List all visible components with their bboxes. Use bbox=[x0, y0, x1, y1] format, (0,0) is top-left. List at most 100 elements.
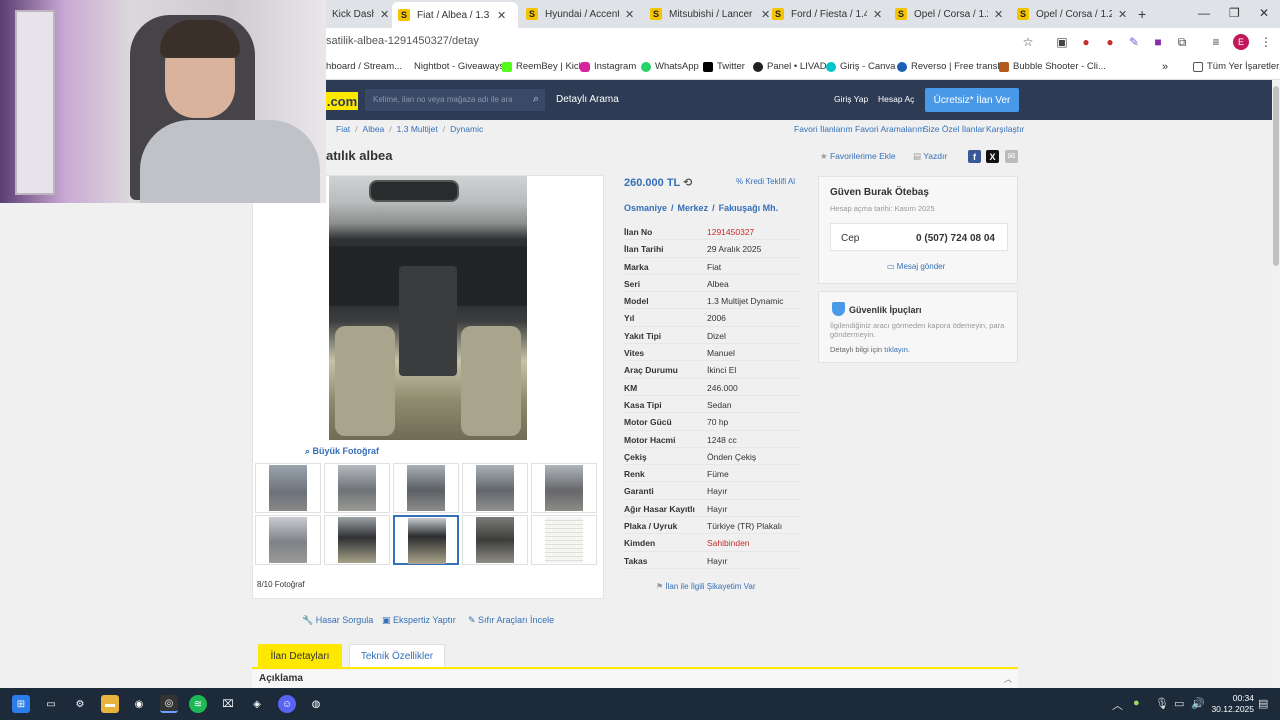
bookmark-item[interactable]: Giriş - Canva bbox=[826, 61, 895, 72]
favorite-listings-link[interactable]: Favori İlanlarım bbox=[794, 124, 853, 134]
damage-query-link[interactable]: 🔧 Hasar Sorgula bbox=[302, 615, 373, 626]
menu-icon[interactable]: ⋮ bbox=[1258, 34, 1274, 50]
thumbnail[interactable] bbox=[393, 463, 459, 513]
new-cars-link[interactable]: ✎ Sıfır Araçları İncele bbox=[468, 615, 554, 626]
extension-icon[interactable]: ● bbox=[1078, 34, 1094, 50]
close-icon[interactable]: ✕ bbox=[380, 8, 389, 21]
obs-icon[interactable]: ◍ bbox=[307, 695, 325, 713]
profile-avatar[interactable]: E bbox=[1233, 34, 1249, 50]
maximize-icon[interactable]: ❐ bbox=[1229, 6, 1240, 20]
thumbnail[interactable] bbox=[531, 463, 597, 513]
chevron-up-icon[interactable]: ︿ bbox=[1004, 674, 1012, 685]
task-view-icon[interactable]: ▭ bbox=[42, 695, 60, 713]
location-city[interactable]: Osmaniye bbox=[624, 203, 667, 213]
add-favorite-link[interactable]: ★ Favorilerime Ekle bbox=[820, 151, 896, 162]
thumbnail[interactable] bbox=[324, 463, 390, 513]
file-explorer-icon[interactable]: ▬ bbox=[101, 695, 119, 713]
post-ad-button[interactable]: Ücretsiz* İlan Ver bbox=[925, 88, 1019, 112]
expertise-link[interactable]: ▣ Ekspertiz Yaptır bbox=[382, 615, 456, 626]
browser-tab[interactable]: S Opel / Corsa / 1.2 / E ✕ bbox=[889, 4, 1009, 24]
bookmark-item[interactable]: ReemBey | Kick bbox=[502, 61, 583, 72]
scrollbar-thumb[interactable] bbox=[1273, 86, 1279, 266]
browser-tab[interactable]: S Hyundai / Accent Era ✕ bbox=[520, 4, 640, 24]
register-link[interactable]: Hesap Aç bbox=[878, 94, 914, 104]
phone-box[interactable]: Cep 0 (507) 724 08 04 bbox=[830, 223, 1008, 251]
spotify-icon[interactable]: ≋ bbox=[189, 695, 207, 713]
bookmark-item[interactable]: hboard / Stream... bbox=[326, 61, 402, 72]
thumbnail[interactable] bbox=[255, 463, 321, 513]
nvidia-icon[interactable]: ● bbox=[1133, 697, 1140, 709]
tab-listing-details[interactable]: İlan Detayları bbox=[258, 644, 342, 668]
bookmarks-overflow-icon[interactable]: » bbox=[1162, 61, 1168, 73]
windows-start-icon[interactable]: ⊞ bbox=[12, 695, 30, 713]
puzzle-icon[interactable]: ⧉ bbox=[1174, 34, 1190, 50]
url-field[interactable]: satilik-albea-1291450327/detay bbox=[326, 35, 479, 47]
star-icon[interactable]: ☆ bbox=[1020, 34, 1036, 50]
bookmark-item[interactable]: Nightbot - Giveaways bbox=[414, 61, 504, 72]
close-icon[interactable]: ✕ bbox=[1118, 8, 1127, 21]
search-input[interactable]: Kelime, ilan no veya mağaza adı ile ara … bbox=[365, 89, 545, 111]
microphone-icon[interactable]: 🎙 bbox=[1155, 697, 1169, 710]
print-link[interactable]: ▤ Yazdır bbox=[913, 151, 947, 162]
taskbar-clock[interactable]: 00:34 30.12.2025 bbox=[1208, 693, 1254, 715]
minimize-icon[interactable]: — bbox=[1198, 6, 1210, 20]
breadcrumb-item[interactable]: Dynamic bbox=[450, 124, 483, 134]
location-district[interactable]: Merkez bbox=[678, 203, 709, 213]
bookmark-item[interactable]: Twitter bbox=[703, 61, 745, 72]
breadcrumb-item[interactable]: 1.3 Multijet bbox=[397, 124, 438, 134]
close-icon[interactable]: ✕ bbox=[994, 8, 1003, 21]
discord-icon[interactable]: ☺ bbox=[278, 695, 296, 713]
thumbnail-selected[interactable] bbox=[393, 515, 459, 565]
tab-technical-specs[interactable]: Teknik Özellikler bbox=[349, 644, 445, 668]
breadcrumb-item[interactable]: Albea bbox=[363, 124, 385, 134]
email-icon[interactable]: ✉ bbox=[1005, 150, 1018, 163]
browser-tab[interactable]: S Opel / Corsa / 1.2 / S ✕ bbox=[1011, 4, 1133, 24]
close-icon[interactable]: ✕ bbox=[625, 8, 634, 21]
complaint-link[interactable]: ⚑ İlan ile İlgili Şikayetim Var bbox=[656, 582, 756, 591]
pen-icon[interactable]: ✎ bbox=[1126, 34, 1142, 50]
extension-icon[interactable]: ▣ bbox=[1054, 34, 1070, 50]
compare-link[interactable]: Karşılaştır bbox=[986, 124, 1024, 134]
big-photo-link[interactable]: ⌕ Büyük Fotoğraf bbox=[305, 446, 379, 457]
browser-tab-active[interactable]: S Fiat / Albea / 1.3 Multijet ✕ bbox=[392, 2, 518, 28]
breadcrumb-item[interactable]: Fiat bbox=[336, 124, 350, 134]
history-icon[interactable]: ⟲ bbox=[683, 177, 692, 189]
thumbnail[interactable] bbox=[531, 515, 597, 565]
close-icon[interactable]: ✕ bbox=[497, 9, 506, 22]
volume-icon[interactable]: 🔊 bbox=[1191, 697, 1205, 710]
login-link[interactable]: Giriş Yap bbox=[834, 94, 868, 104]
favorite-searches-link[interactable]: Favori Aramalarım bbox=[855, 124, 924, 134]
chrome-icon[interactable]: ◎ bbox=[160, 695, 178, 713]
bookmark-item[interactable]: Bubble Shooter - Cli... bbox=[999, 61, 1106, 72]
browser-tab[interactable]: S Mitsubishi / Lancer / ✕ bbox=[644, 4, 776, 24]
tips-more-link[interactable]: tıklayın. bbox=[884, 345, 910, 354]
bookmark-item[interactable]: Reverso | Free transl... bbox=[897, 61, 1007, 72]
thumbnail[interactable] bbox=[462, 463, 528, 513]
steam-icon[interactable]: ◉ bbox=[130, 695, 148, 713]
media-icon[interactable]: ≡ bbox=[1208, 34, 1224, 50]
settings-gear-icon[interactable]: ⚙ bbox=[71, 695, 89, 713]
location-neighborhood[interactable]: Fakıuşağı Mh. bbox=[719, 203, 779, 213]
tray-overflow-icon[interactable]: ︿ bbox=[1112, 697, 1123, 713]
notification-icon[interactable]: ▤ bbox=[1258, 697, 1268, 710]
main-photo[interactable] bbox=[329, 176, 527, 440]
new-tab-plus-icon[interactable]: + bbox=[1138, 6, 1146, 22]
steam-app-icon[interactable]: ◈ bbox=[248, 695, 266, 713]
browser-tab[interactable]: Kick Dashboard ✕ bbox=[326, 4, 395, 24]
extension-icon[interactable]: ■ bbox=[1150, 34, 1166, 50]
x-twitter-icon[interactable]: X bbox=[986, 150, 999, 163]
window-close-icon[interactable]: ✕ bbox=[1259, 6, 1269, 20]
search-icon[interactable]: ⌕ bbox=[533, 93, 539, 106]
network-icon[interactable]: ▭ bbox=[1174, 697, 1184, 710]
credit-offer-link[interactable]: % Kredi Teklifi Al bbox=[736, 177, 795, 186]
browser-tab[interactable]: S Ford / Fiesta / 1.4 TDCi ✕ bbox=[766, 4, 888, 24]
special-listings-link[interactable]: Size Özel İlanlar bbox=[923, 124, 985, 134]
all-bookmarks[interactable]: Tüm Yer İşaretleri bbox=[1193, 61, 1280, 72]
thumbnail[interactable] bbox=[324, 515, 390, 565]
bookmark-item[interactable]: Panel • LIVAD bbox=[753, 61, 827, 72]
site-logo[interactable]: .com bbox=[326, 92, 358, 110]
description-header[interactable]: Açıklama ︿ bbox=[252, 670, 1018, 688]
thumbnail[interactable] bbox=[255, 515, 321, 565]
detailed-search-link[interactable]: Detaylı Arama bbox=[556, 94, 619, 105]
bookmark-item[interactable]: WhatsApp bbox=[641, 61, 699, 72]
